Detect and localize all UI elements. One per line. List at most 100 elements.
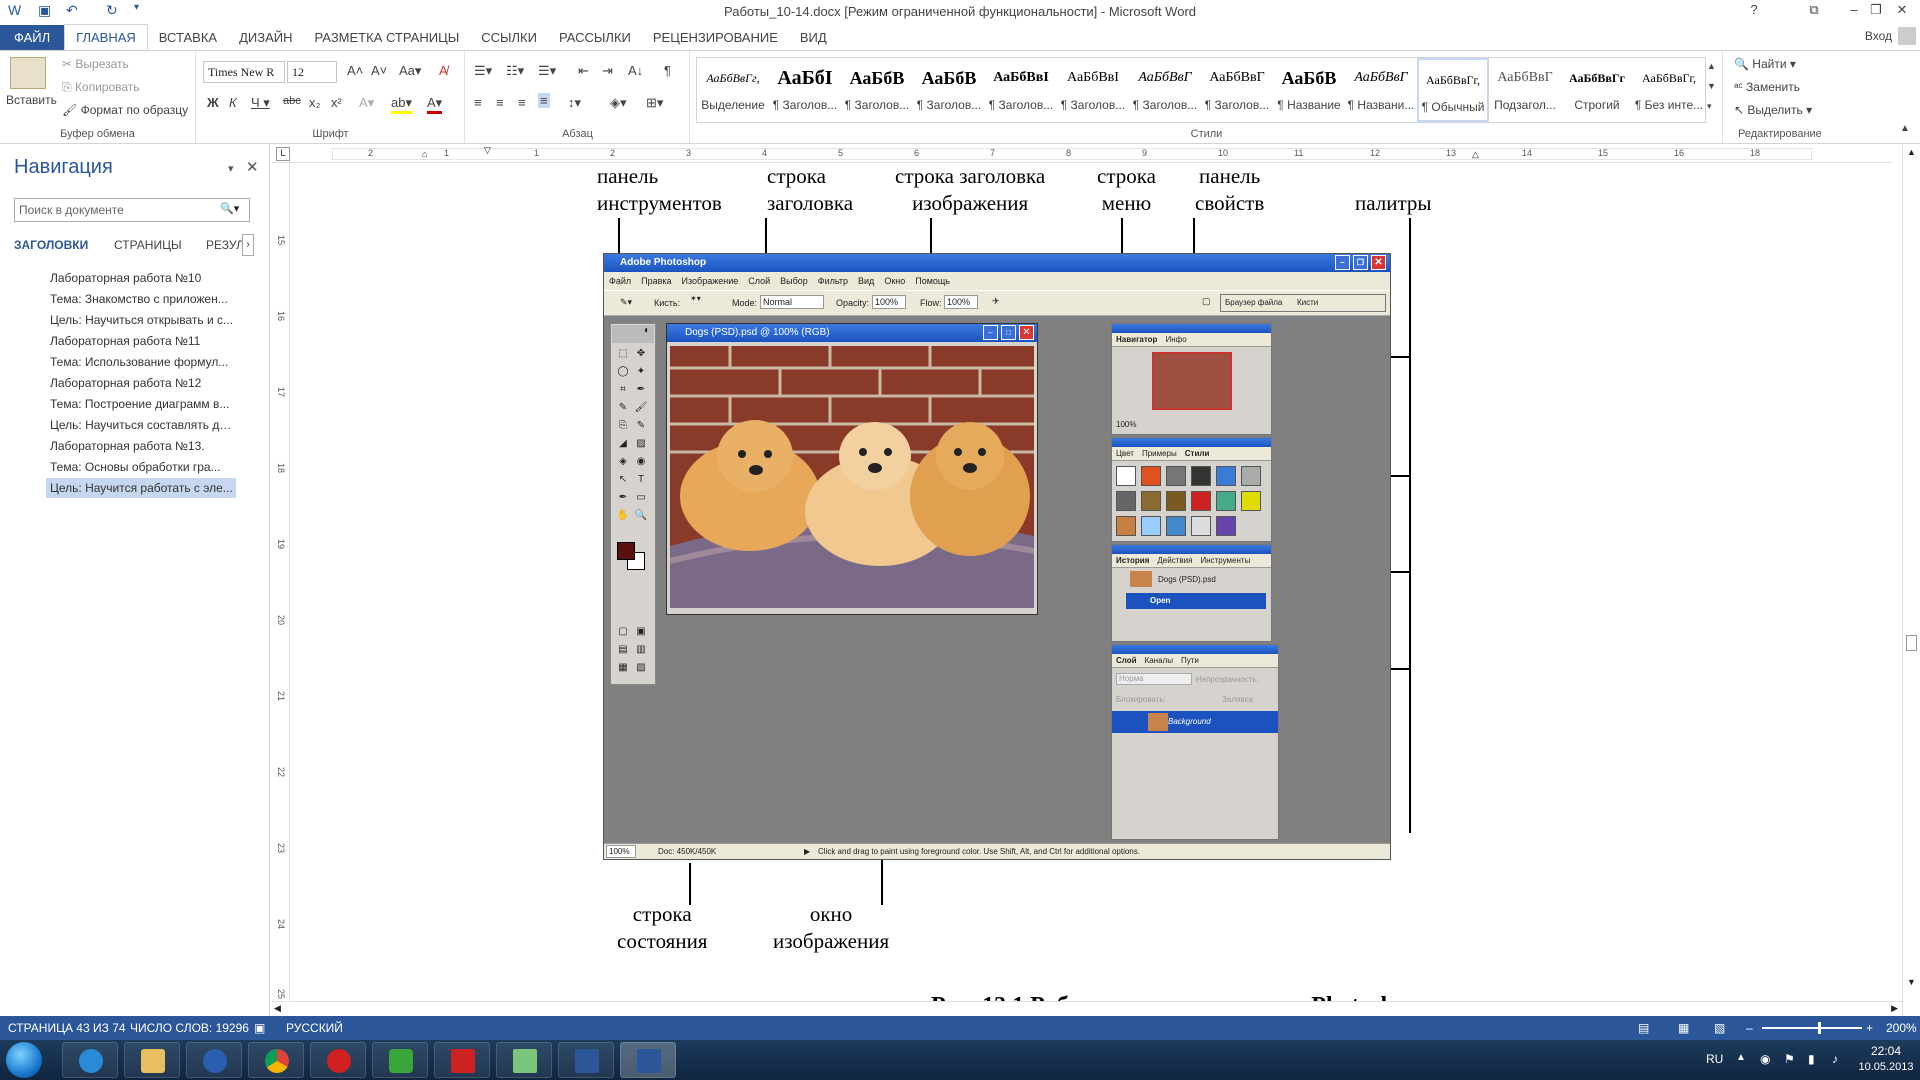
document-page[interactable]: панель инструментов строка заголовка строк… (291, 163, 1901, 1008)
font-size-combo[interactable]: 12 (287, 61, 337, 83)
tab-review[interactable]: РЕЦЕНЗИРОВАНИЕ (642, 25, 789, 51)
nav-tabs-scroll-icon[interactable]: › (242, 234, 254, 256)
nav-heading[interactable]: Лабораторная работа №11 (46, 331, 236, 351)
bold-icon[interactable]: Ж (207, 95, 219, 110)
tab-view[interactable]: ВИД (789, 25, 838, 51)
clock-date[interactable]: 10.05.2013 (1858, 1061, 1914, 1073)
nav-heading[interactable]: Лабораторная работа №13. (46, 436, 236, 456)
tray-flag-icon[interactable]: ⚑ (1784, 1052, 1795, 1066)
paste-button[interactable]: Вставить (6, 93, 57, 107)
page-count[interactable]: СТРАНИЦА 43 ИЗ 74 (8, 1021, 126, 1035)
tab-file[interactable]: ФАЙЛ (0, 25, 65, 51)
print-layout-icon[interactable]: ▦ (1678, 1021, 1689, 1035)
font-name-combo[interactable]: Times New R (203, 61, 285, 83)
proofing-icon[interactable]: ▣ (254, 1021, 265, 1035)
style-item-selected[interactable]: АаБбВвГг, ¶ Обычный (1417, 58, 1489, 122)
zoom-slider[interactable] (1762, 1027, 1862, 1029)
numbering-icon[interactable]: ☷▾ (506, 63, 524, 79)
taskbar-word-2003[interactable] (558, 1042, 614, 1078)
tab-references[interactable]: ССЫЛКИ (470, 25, 548, 51)
web-layout-icon[interactable]: ▧ (1714, 1021, 1725, 1035)
zoom-slider-thumb[interactable] (1818, 1022, 1821, 1034)
tab-home[interactable]: ГЛАВНАЯ (64, 24, 148, 50)
nav-heading[interactable]: Тема: Знакомство с приложен... (46, 289, 236, 309)
tab-headings[interactable]: ЗАГОЛОВКИ (14, 238, 88, 252)
help-button[interactable]: ? (1742, 2, 1766, 17)
left-indent-marker-icon[interactable]: ⌂ (422, 149, 427, 159)
style-item[interactable]: АаБбВвГг, ¶ Без инте... (1633, 58, 1705, 122)
nav-heading[interactable]: Тема: Построение диаграмм в... (46, 394, 236, 414)
tab-results[interactable]: РЕЗУЛ (206, 238, 244, 252)
tab-layout[interactable]: РАЗМЕТКА СТРАНИЦЫ (304, 25, 471, 51)
style-item[interactable]: АаБбВ ¶ Название (1273, 58, 1345, 122)
font-color-icon[interactable]: A▾ (427, 95, 443, 114)
underline-icon[interactable]: Ч ▾ (251, 95, 270, 111)
nav-heading-selected[interactable]: Цель: Научится работать с эле... (46, 478, 236, 498)
align-center-icon[interactable]: ≡ (496, 95, 504, 110)
text-effects-icon[interactable]: A▾ (359, 95, 374, 111)
increase-indent-icon[interactable]: ⇥ (602, 63, 613, 79)
taskbar-explorer[interactable] (124, 1042, 180, 1078)
align-left-icon[interactable]: ≡ (474, 95, 482, 110)
horizontal-ruler[interactable]: L 2 1 1 2 3 4 5 6 7 8 9 10 11 12 13 14 1… (272, 145, 1892, 163)
style-item[interactable]: АаБбВвГ ¶ Заголов... (1129, 58, 1201, 122)
taskbar-app-green[interactable] (372, 1042, 428, 1078)
tab-mailings[interactable]: РАССЫЛКИ (548, 25, 642, 51)
zoom-level[interactable]: 200% (1886, 1021, 1917, 1035)
pilcrow-icon[interactable]: ¶ (664, 63, 671, 78)
nav-heading[interactable]: Цель: Научиться составлять ди... (46, 415, 236, 435)
scroll-down-icon[interactable]: ▼ (1907, 977, 1916, 987)
zoom-out-icon[interactable]: – (1746, 1021, 1753, 1035)
nav-heading[interactable]: Цель: Научиться открывать и с... (46, 310, 236, 330)
italic-icon[interactable]: К (229, 95, 237, 110)
styles-scroll-up-icon[interactable]: ▲ (1707, 61, 1716, 71)
style-item[interactable]: АаБбВвГ ¶ Названи... (1345, 58, 1417, 122)
language[interactable]: РУССКИЙ (286, 1021, 343, 1035)
right-indent-marker-icon[interactable]: △ (1472, 149, 1479, 160)
nav-heading[interactable]: Тема: Основы обработки гра... (46, 457, 236, 477)
style-item[interactable]: АаБбВвІ ¶ Заголов... (1057, 58, 1129, 122)
borders-icon[interactable]: ⊞▾ (646, 95, 663, 111)
taskbar-word-2013[interactable] (620, 1042, 676, 1078)
change-case-icon[interactable]: Aa▾ (399, 63, 421, 79)
styles-more-icon[interactable]: ▾ (1707, 101, 1712, 112)
vertical-scrollbar[interactable]: ▲ ▼ (1902, 145, 1920, 1016)
find-button[interactable]: 🔍 Найти ▾ (1734, 57, 1796, 71)
clear-format-icon[interactable]: A̸ (439, 63, 448, 78)
nav-search-icon[interactable]: 🔍▾ (220, 202, 239, 215)
style-item[interactable]: АаБбВ ¶ Заголов... (841, 58, 913, 122)
tray-signal-icon[interactable]: ▮ (1808, 1052, 1815, 1066)
shrink-font-icon[interactable]: A˅ (371, 63, 387, 78)
nav-search-input[interactable]: Поиск в документе (14, 198, 250, 222)
vertical-ruler[interactable]: 15 16 17 18 19 20 21 22 23 24 25 (272, 163, 290, 1008)
superscript-icon[interactable]: x² (331, 95, 342, 110)
tab-insert[interactable]: ВСТАВКА (148, 25, 228, 51)
scroll-thumb[interactable] (1906, 635, 1917, 651)
style-item[interactable]: АаБбВвГг, Выделение (697, 58, 769, 122)
taskbar-opera[interactable] (310, 1042, 366, 1078)
taskbar-chrome[interactable] (248, 1042, 304, 1078)
nav-heading[interactable]: Тема: Использование формул... (46, 352, 236, 372)
subscript-icon[interactable]: x₂ (309, 95, 321, 110)
collapse-ribbon-icon[interactable]: ▲ (1900, 123, 1910, 134)
replace-button[interactable]: ᵃᶜ Заменить (1734, 80, 1800, 94)
taskbar-app-note[interactable] (496, 1042, 552, 1078)
taskbar-save-app[interactable] (434, 1042, 490, 1078)
word-count[interactable]: ЧИСЛО СЛОВ: 19296 (130, 1021, 249, 1035)
nav-options-icon[interactable]: ▾ (228, 162, 234, 175)
scroll-up-icon[interactable]: ▲ (1907, 147, 1916, 157)
align-right-icon[interactable]: ≡ (518, 95, 526, 110)
read-mode-icon[interactable]: ▤ (1638, 1021, 1649, 1035)
tray-volume-icon[interactable]: ♪ (1832, 1052, 1838, 1066)
highlight-icon[interactable]: ab▾ (391, 95, 412, 114)
tab-selector-icon[interactable]: L (276, 147, 290, 161)
close-nav-icon[interactable]: ✕ (246, 158, 259, 176)
tray-expand-icon[interactable]: ▲ (1736, 1052, 1746, 1063)
shading-icon[interactable]: ◈▾ (610, 95, 627, 111)
style-item[interactable]: АаБбВ ¶ Заголов... (913, 58, 985, 122)
tab-pages[interactable]: СТРАНИЦЫ (114, 238, 182, 252)
scroll-right-icon[interactable]: ▶ (1891, 1003, 1898, 1014)
tab-design[interactable]: ДИЗАЙН (228, 25, 303, 51)
horizontal-scrollbar[interactable]: ◀ ▶ (272, 1001, 1902, 1016)
scroll-left-icon[interactable]: ◀ (274, 1003, 281, 1014)
